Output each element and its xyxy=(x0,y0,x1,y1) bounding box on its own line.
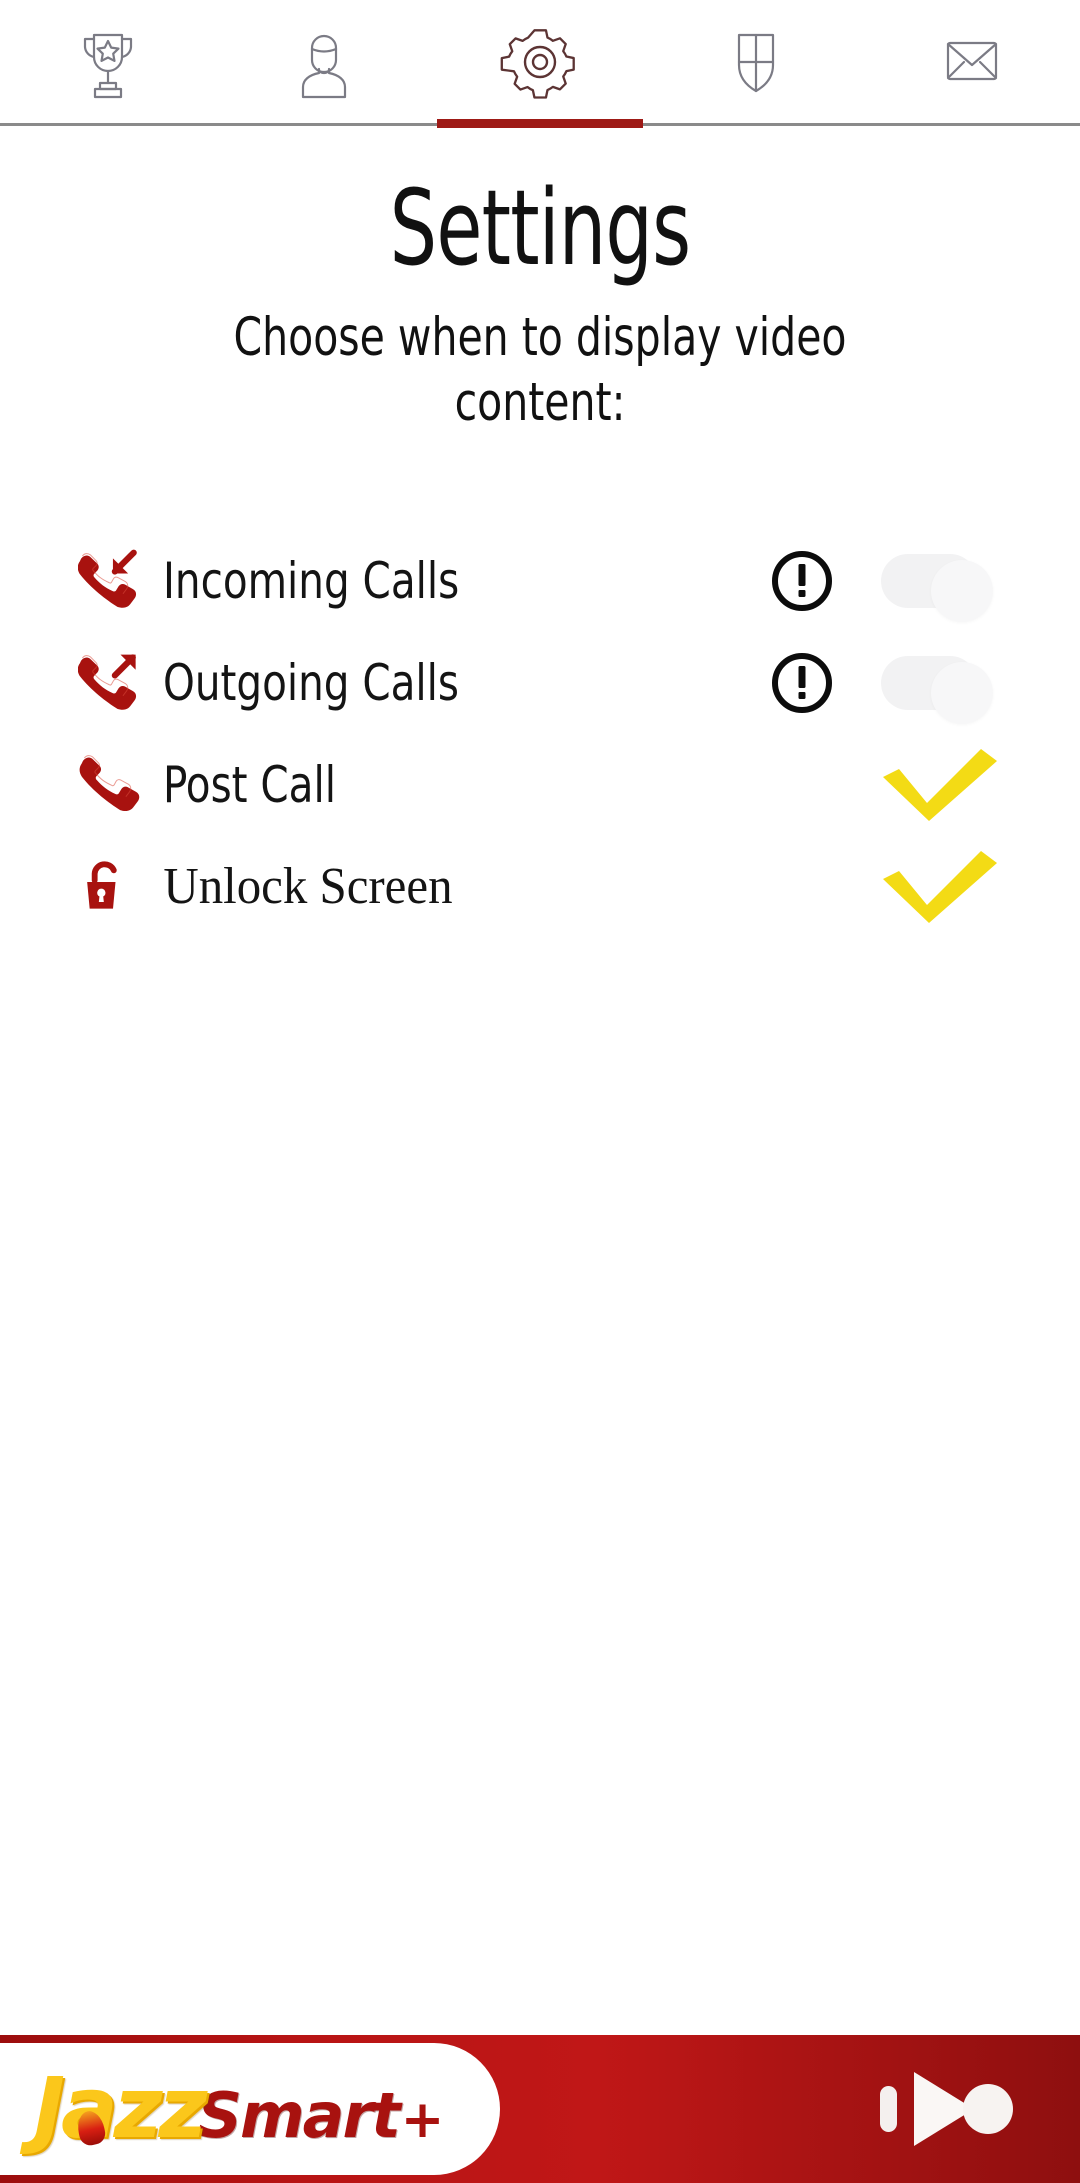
shield-icon xyxy=(713,19,799,105)
trophy-icon xyxy=(65,19,151,105)
setting-row-outgoing-calls[interactable]: Outgoing Calls xyxy=(78,646,1024,724)
toggle-knob xyxy=(931,661,993,724)
tab-rewards[interactable] xyxy=(0,0,216,125)
setting-label: Post Call xyxy=(163,755,336,814)
ghost-toggle[interactable] xyxy=(881,550,999,622)
page-title: Settings xyxy=(389,167,691,289)
phone-outgoing-icon xyxy=(78,647,154,719)
toggle-outgoing-calls[interactable] xyxy=(856,646,1024,724)
yellow-check-icon xyxy=(883,850,997,923)
brand-pill: Jazz Smart + xyxy=(0,2043,500,2175)
play-media-icon[interactable] xyxy=(874,2066,1014,2152)
tab-protection[interactable] xyxy=(648,0,864,125)
yellow-check-icon xyxy=(883,748,997,821)
toggle-knob xyxy=(931,559,993,622)
arrow-down-left xyxy=(111,549,137,575)
status-warning[interactable] xyxy=(748,651,856,715)
person-icon xyxy=(281,19,367,105)
setting-label: Outgoing Calls xyxy=(163,653,460,712)
arrow-up-right xyxy=(111,654,136,679)
tab-messages[interactable] xyxy=(864,0,1080,125)
banner-surface[interactable]: Jazz Smart + xyxy=(0,2035,1080,2183)
status-warning[interactable] xyxy=(748,549,856,613)
bottom-banner[interactable]: Jazz Smart + xyxy=(0,2035,1080,2183)
app-root: Settings Choose when to display video co… xyxy=(0,0,1080,2183)
setting-label: Incoming Calls xyxy=(163,551,460,610)
setting-row-post-call[interactable]: Post Call xyxy=(78,748,1024,822)
phone-incoming-icon xyxy=(78,545,154,617)
gear-icon xyxy=(497,19,583,105)
unlock-icon xyxy=(78,851,154,923)
tab-settings[interactable] xyxy=(432,0,648,125)
jazz-smart-logo: Jazz Smart + xyxy=(33,2059,445,2158)
page-header: Settings Choose when to display video co… xyxy=(0,126,1080,436)
phone-icon xyxy=(78,749,154,821)
toggle-incoming-calls[interactable] xyxy=(856,544,1024,622)
setting-row-incoming-calls[interactable]: Incoming Calls xyxy=(78,544,1024,622)
page-subtitle: Choose when to display video content: xyxy=(233,307,847,433)
ghost-toggle[interactable] xyxy=(881,652,999,724)
toggle-unlock-screen[interactable] xyxy=(856,850,1024,924)
brand-smart-text: Smart xyxy=(197,2079,400,2153)
setting-row-unlock-screen[interactable]: Unlock Screen xyxy=(78,850,1024,924)
brand-plus-text: + xyxy=(400,2090,445,2151)
tab-profile[interactable] xyxy=(216,0,432,125)
exclamation-circle-icon xyxy=(772,652,832,713)
toggle-post-call[interactable] xyxy=(856,748,1024,822)
settings-list: Incoming Calls Outgoing Calls Post Call … xyxy=(0,544,1080,952)
top-tab-bar xyxy=(0,0,1080,126)
exclamation-circle-icon xyxy=(772,550,832,611)
setting-label: Unlock Screen xyxy=(163,857,453,915)
brand-jazz-text: Jazz xyxy=(33,2059,208,2158)
envelope-icon xyxy=(929,19,1015,105)
